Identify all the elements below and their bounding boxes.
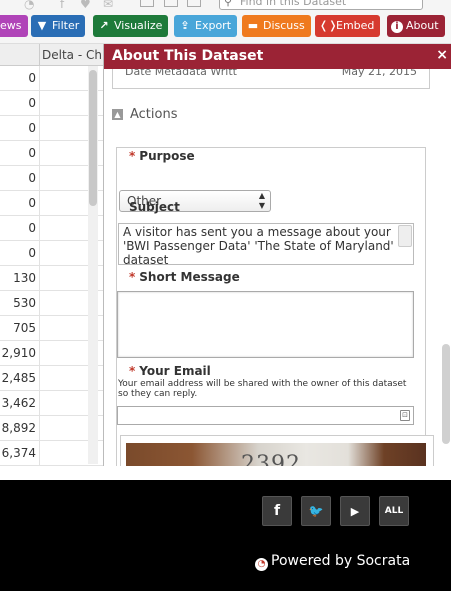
select-arrows-icon: ▲ ▼: [258, 191, 265, 210]
embed-button-label: Embed: [336, 19, 375, 32]
socrata-logo-icon: ◔: [255, 558, 268, 571]
visualize-button[interactable]: ↗ Visualize: [93, 15, 169, 37]
close-icon[interactable]: ×: [436, 44, 448, 66]
export-button-label: Export: [195, 19, 232, 32]
page-view-icon[interactable]: [164, 0, 178, 7]
search-placeholder: Find in this Dataset: [240, 0, 347, 8]
twitter-button[interactable]: 🐦: [301, 496, 331, 526]
actions-section-header[interactable]: ▲ Actions: [112, 107, 178, 122]
grid-header: Delta - Ch: [0, 44, 103, 66]
grid-header-cell[interactable]: [0, 44, 40, 66]
about-dialog: About This Dataset × Date Metadata Writt…: [103, 44, 451, 466]
discuss-button-label: Discuss: [263, 19, 305, 32]
about-icon: i: [391, 21, 403, 33]
table-cell[interactable]: 2,485: [0, 366, 40, 391]
facebook-button[interactable]: f: [262, 496, 292, 526]
metadata-row: Date Metadata Writt May 21, 2015: [112, 69, 430, 89]
filter-button-label: Filter: [52, 19, 80, 32]
short-message-textarea[interactable]: [117, 291, 414, 358]
actions-title: Actions: [130, 107, 178, 122]
captcha-text: 2392: [241, 452, 301, 466]
powered-by-text: Powered by Socrata: [271, 553, 411, 569]
grid-header-delta[interactable]: Delta - Ch: [41, 44, 103, 66]
short-message-label: * Short Message: [129, 270, 240, 284]
grid-scrollbar-thumb[interactable]: [89, 70, 97, 206]
subject-text: A visitor has sent you a message about y…: [123, 225, 394, 265]
export-button[interactable]: ⇪ Export: [174, 15, 238, 37]
table-cell[interactable]: 0: [0, 166, 40, 191]
toolbar: ◔ f ♥ ✉ ⚲ Find in this Dataset ews ▼ Filt…: [0, 0, 451, 44]
search-icon: ⚲: [224, 0, 233, 8]
visualize-icon: ↗: [99, 19, 109, 32]
about-button[interactable]: i About: [387, 15, 445, 37]
metadata-key: Date Metadata Writt: [125, 69, 237, 78]
powered-by-socrata[interactable]: ◔ Powered by Socrata: [255, 553, 410, 571]
table-cell[interactable]: 8,892: [0, 416, 40, 441]
email-note: Your email address will be shared with t…: [118, 379, 407, 399]
views-button[interactable]: ews: [0, 15, 28, 37]
twitter-icon[interactable]: ♥: [80, 0, 91, 11]
table-cell[interactable]: 130: [0, 266, 40, 291]
twitter-icon: 🐦: [308, 504, 324, 518]
table-cell[interactable]: 0: [0, 66, 40, 91]
purpose-label-text: Purpose: [139, 149, 195, 163]
youtube-button[interactable]: ▶: [340, 496, 370, 526]
facebook-icon: f: [273, 503, 281, 519]
views-button-label: ews: [0, 19, 22, 32]
dialog-scrollbar-thumb[interactable]: [442, 344, 450, 444]
table-cell[interactable]: 3,462: [0, 391, 40, 416]
embed-icon: ❬❭: [319, 19, 338, 32]
filter-icon: ▼: [37, 19, 47, 32]
facebook-icon[interactable]: f: [60, 0, 64, 11]
captcha-image: 2392: [126, 443, 426, 466]
table-cell[interactable]: 0: [0, 241, 40, 266]
email-icon[interactable]: ✉: [103, 0, 113, 11]
contact-card-icon: ⊡: [400, 410, 410, 421]
subject-label-text: Subject: [129, 200, 180, 214]
embed-button[interactable]: ❬❭Embed: [315, 15, 381, 37]
table-cell[interactable]: 2,910: [0, 341, 40, 366]
footer: f 🐦 ▶ ALL ◔ Powered by Socrata: [0, 480, 451, 591]
visualize-button-label: Visualize: [114, 19, 163, 32]
short-message-label-text: Short Message: [139, 270, 240, 284]
metadata-value: May 21, 2015: [341, 69, 417, 78]
collapse-triangle-icon[interactable]: ▲: [112, 109, 123, 120]
all-label: ALL: [384, 506, 404, 516]
table-cell[interactable]: 0: [0, 141, 40, 166]
subject-label: Subject: [129, 200, 180, 214]
dialog-body: Date Metadata Writt May 21, 2015 ▲ Action…: [104, 69, 451, 466]
discuss-icon: ▬: [247, 19, 259, 32]
youtube-icon: ▶: [350, 505, 360, 518]
grid-view-icon[interactable]: [140, 0, 154, 7]
dialog-title-text: About This Dataset: [112, 48, 264, 64]
filter-button[interactable]: ▼ Filter: [31, 15, 86, 37]
email-label-text: Your Email: [139, 364, 211, 378]
discuss-button[interactable]: ▬ Discuss: [242, 15, 311, 37]
captcha-box: 2392: [120, 435, 434, 466]
required-marker: *: [129, 270, 136, 284]
rss-icon[interactable]: ◔: [24, 0, 34, 11]
required-marker: *: [129, 364, 136, 378]
purpose-label: * Purpose: [129, 149, 195, 163]
table-cell[interactable]: 0: [0, 116, 40, 141]
all-button[interactable]: ALL: [379, 496, 409, 526]
table-cell[interactable]: 0: [0, 191, 40, 216]
about-button-label: About: [406, 19, 439, 32]
subject-scrollbar[interactable]: [398, 225, 412, 247]
export-icon: ⇪: [180, 19, 190, 32]
table-cell[interactable]: 0: [0, 216, 40, 241]
table-cell[interactable]: 0: [0, 91, 40, 116]
subject-textarea[interactable]: A visitor has sent you a message about y…: [118, 223, 414, 265]
search-input[interactable]: ⚲ Find in this Dataset: [219, 0, 423, 10]
required-marker: *: [129, 149, 136, 163]
table-cell[interactable]: 6,374: [0, 441, 40, 466]
table-cell[interactable]: 530: [0, 291, 40, 316]
email-label: * Your Email: [129, 364, 211, 378]
fullscreen-icon[interactable]: [187, 0, 201, 7]
table-cell[interactable]: 705: [0, 316, 40, 341]
email-field[interactable]: ⊡: [117, 406, 414, 425]
dialog-title: About This Dataset ×: [104, 44, 451, 69]
